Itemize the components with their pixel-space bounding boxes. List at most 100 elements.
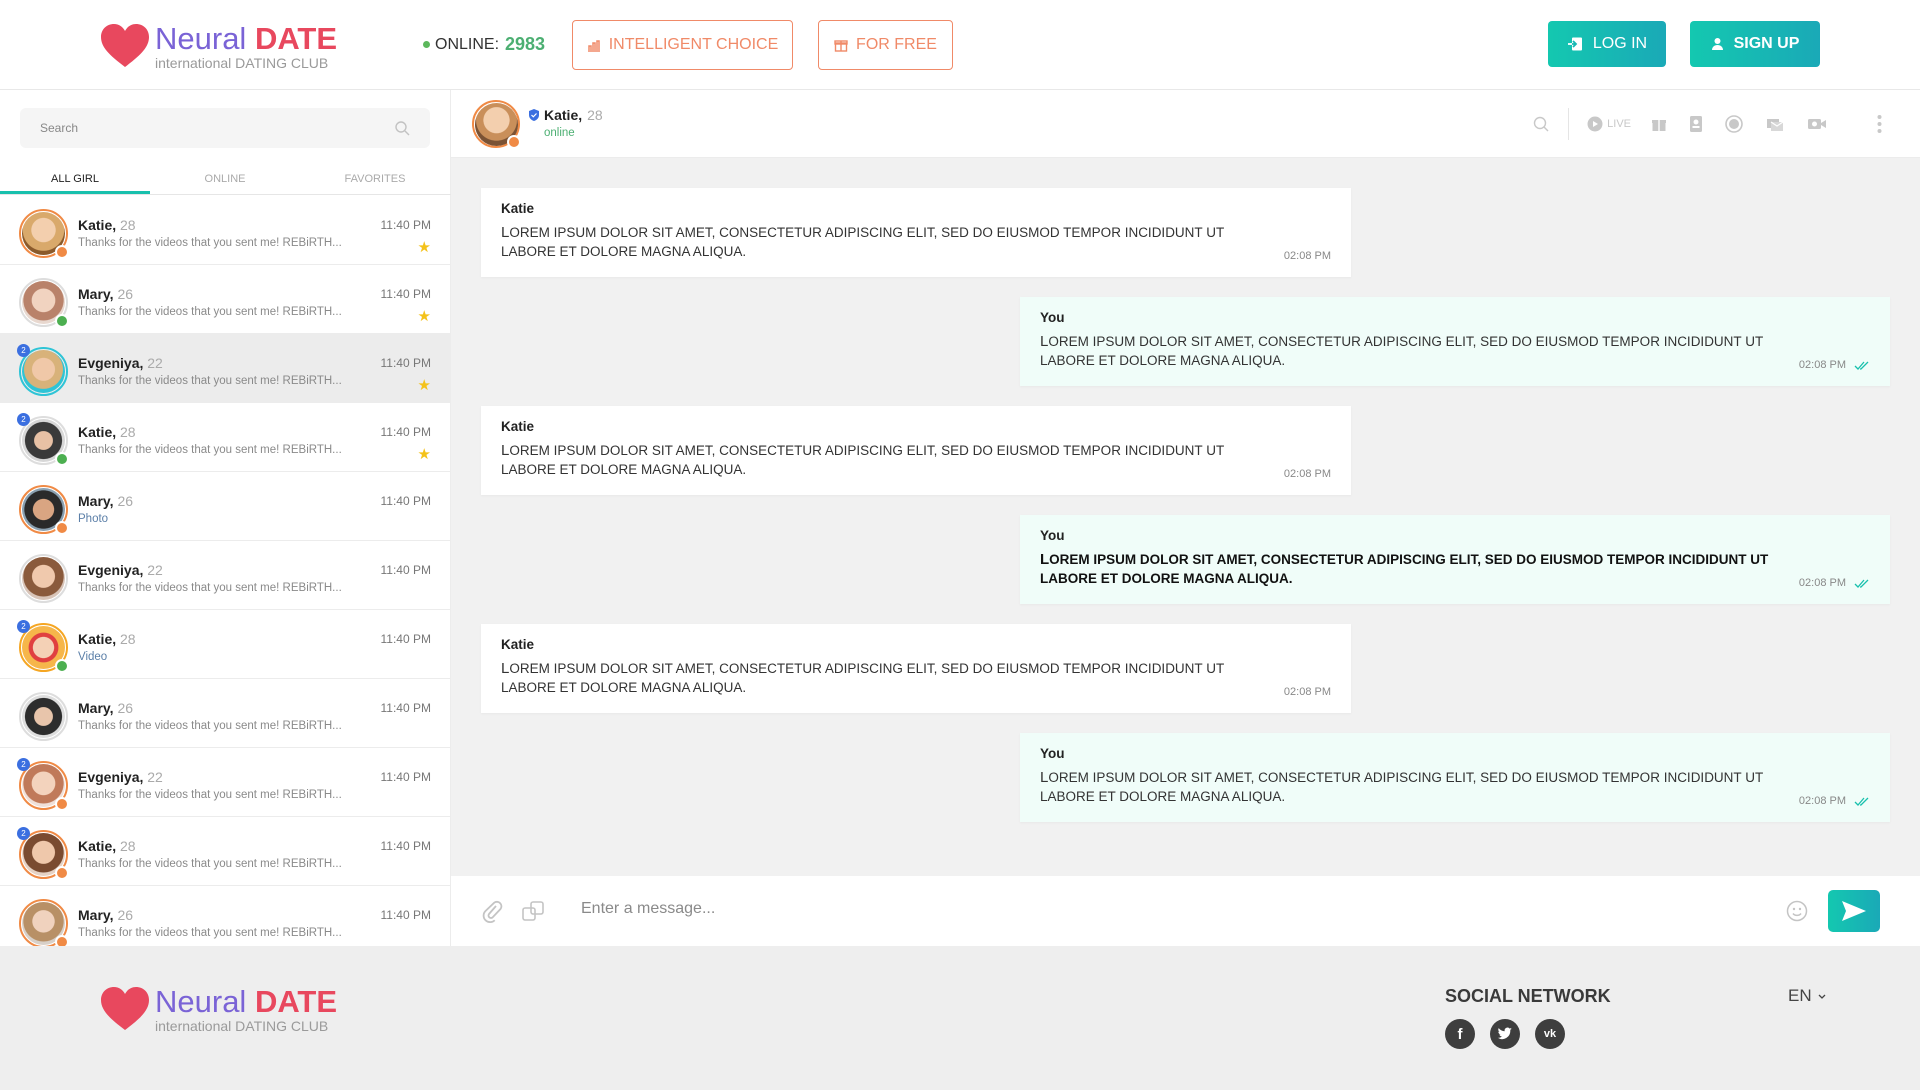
contact-name: Katie, 28 xyxy=(78,631,136,647)
search-icon[interactable] xyxy=(394,120,410,136)
contact-item[interactable]: 2 Katie, 28 Thanks for the videos that you… xyxy=(0,817,451,886)
contact-name: Mary, 26 xyxy=(78,907,134,923)
live-button[interactable]: LIVE xyxy=(1587,116,1631,132)
avatar: 2 xyxy=(17,413,69,466)
contact-card-icon[interactable] xyxy=(1689,115,1703,133)
footer: Neural DATE international DATING CLUB SO… xyxy=(0,946,1920,1090)
more-vertical-icon[interactable] xyxy=(1877,114,1882,134)
avatar-photo xyxy=(22,350,65,393)
search-icon[interactable] xyxy=(1532,115,1550,133)
video-camera-icon[interactable] xyxy=(1807,116,1827,132)
unread-count-badge: 2 xyxy=(17,620,30,633)
unread-count-badge: 2 xyxy=(17,413,30,426)
message-preview: Thanks for the videos that you sent me! … xyxy=(78,582,342,594)
avatar-photo xyxy=(22,695,65,738)
message-time: 11:40 PM xyxy=(380,287,431,301)
message-time: 11:40 PM xyxy=(380,563,431,577)
contact-name: Mary, 26 xyxy=(78,286,134,302)
incoming-message: Katie LOREM IPSUM DOLOR SIT AMET, CONSECT… xyxy=(481,406,1351,495)
incoming-message: Katie LOREM IPSUM DOLOR SIT AMET, CONSECT… xyxy=(481,624,1351,713)
gift-icon xyxy=(834,40,848,52)
chat-toolbar: LIVE xyxy=(1532,90,1920,158)
message-input[interactable] xyxy=(581,900,1481,918)
message-timestamp: 02:08 PM xyxy=(1283,686,1331,698)
message-preview: Thanks for the videos that you sent me! … xyxy=(78,927,342,939)
contact-tabs: ALL GIRL ONLINE FAVORITES xyxy=(0,165,451,195)
contact-item[interactable]: Katie, 28 Thanks for the videos that you … xyxy=(0,196,451,265)
chart-icon xyxy=(587,40,600,52)
message-timestamp: 02:08 PM xyxy=(1799,359,1870,371)
message-preview: Thanks for the videos that you sent me! … xyxy=(78,375,342,387)
intelligent-choice-button[interactable]: INTELLIGENT CHOICE xyxy=(572,20,793,70)
favorite-star-icon[interactable]: ★ xyxy=(418,307,431,325)
sign-up-button[interactable]: SIGN UP xyxy=(1690,21,1820,67)
chat-header: Katie, 28 online LIVE xyxy=(451,90,1920,158)
logo[interactable]: Neural DATE international DATING CLUB xyxy=(99,20,337,72)
message-time: 11:40 PM xyxy=(380,218,431,232)
contact-item[interactable]: Mary, 26 Thanks for the videos that you s… xyxy=(0,679,451,748)
language-selector[interactable]: EN xyxy=(1788,986,1826,1006)
status-badge-icon xyxy=(55,521,69,535)
unread-count-badge: 2 xyxy=(17,344,30,357)
chat-avatar[interactable] xyxy=(472,100,521,149)
message-time: 11:40 PM xyxy=(380,908,431,922)
contact-item[interactable]: 2 Katie, 28 Video 11:40 PM xyxy=(0,610,451,679)
favorite-star-icon[interactable]: ★ xyxy=(418,376,431,394)
avatar: 2 xyxy=(17,827,69,880)
log-in-label: LOG IN xyxy=(1592,35,1648,52)
twitter-icon[interactable] xyxy=(1490,1019,1520,1049)
sticker-icon[interactable] xyxy=(521,899,545,923)
message-author: You xyxy=(1040,528,1065,543)
message-author: You xyxy=(1040,746,1065,761)
message-thread: Katie LOREM IPSUM DOLOR SIT AMET, CONSECT… xyxy=(451,158,1920,876)
social-network-title: SOCIAL NETWORK xyxy=(1445,986,1611,1006)
contact-item[interactable]: Evgeniya, 22 Thanks for the videos that y… xyxy=(0,541,451,610)
for-free-label: FOR FREE xyxy=(856,36,937,53)
brand-tagline: international DATING CLUB xyxy=(155,54,329,71)
message-time: 11:40 PM xyxy=(380,356,431,370)
contact-item[interactable]: Mary, 26 Photo 11:40 PM xyxy=(0,472,451,541)
tab-all-girl[interactable]: ALL GIRL xyxy=(0,165,150,194)
for-free-button[interactable]: FOR FREE xyxy=(818,20,953,70)
play-icon xyxy=(1587,116,1603,132)
user-icon xyxy=(1711,38,1723,50)
contact-item[interactable]: 2 Evgeniya, 22 Thanks for the videos that … xyxy=(0,334,451,403)
contact-item[interactable]: 2 Katie, 28 Thanks for the videos that you… xyxy=(0,403,451,472)
record-icon[interactable] xyxy=(1725,115,1743,133)
gift-icon[interactable] xyxy=(1651,116,1667,132)
emoji-icon[interactable] xyxy=(1786,900,1808,922)
contact-item[interactable]: Mary, 26 Thanks for the videos that you s… xyxy=(0,886,451,955)
tab-favorites[interactable]: FAVORITES xyxy=(300,165,450,194)
chevron-down-icon xyxy=(1818,994,1826,999)
facebook-icon[interactable]: f xyxy=(1445,1019,1475,1049)
message-time: 11:40 PM xyxy=(380,770,431,784)
search-input[interactable] xyxy=(40,121,394,135)
unread-count-badge: 2 xyxy=(17,758,30,771)
log-in-button[interactable]: LOG IN xyxy=(1548,21,1666,67)
message-text: LOREM IPSUM DOLOR SIT AMET, CONSECTETUR … xyxy=(1040,333,1763,368)
contact-name: Evgeniya, 22 xyxy=(78,562,163,578)
avatar xyxy=(19,692,68,741)
contact-item[interactable]: 2 Evgeniya, 22 Thanks for the videos that … xyxy=(0,748,451,817)
favorite-star-icon[interactable]: ★ xyxy=(418,445,431,463)
message-preview: Thanks for the videos that you sent me! … xyxy=(78,720,342,732)
vk-icon[interactable]: vk xyxy=(1535,1019,1565,1049)
message-preview: Thanks for the videos that you sent me! … xyxy=(78,306,342,318)
online-dot-icon xyxy=(423,41,430,48)
message-text: LOREM IPSUM DOLOR SIT AMET, CONSECTETUR … xyxy=(501,224,1224,259)
online-count: 2983 xyxy=(505,34,546,54)
heart-logo-icon xyxy=(101,987,149,1030)
message-time: 11:40 PM xyxy=(380,701,431,715)
language-label: EN xyxy=(1788,986,1812,1005)
contact-item[interactable]: Mary, 26 Thanks for the videos that you s… xyxy=(0,265,451,334)
mail-icon[interactable] xyxy=(1765,116,1785,132)
footer-logo[interactable]: Neural DATE international DATING CLUB xyxy=(99,983,337,1035)
avatar: 2 xyxy=(17,758,69,811)
favorite-star-icon[interactable]: ★ xyxy=(418,238,431,256)
tab-online[interactable]: ONLINE xyxy=(150,165,300,194)
search-box[interactable] xyxy=(20,108,430,148)
send-button[interactable] xyxy=(1828,890,1880,932)
paperclip-icon[interactable] xyxy=(481,899,503,923)
outgoing-message: You LOREM IPSUM DOLOR SIT AMET, CONSECTET… xyxy=(1020,733,1890,822)
message-time: 11:40 PM xyxy=(380,632,431,646)
